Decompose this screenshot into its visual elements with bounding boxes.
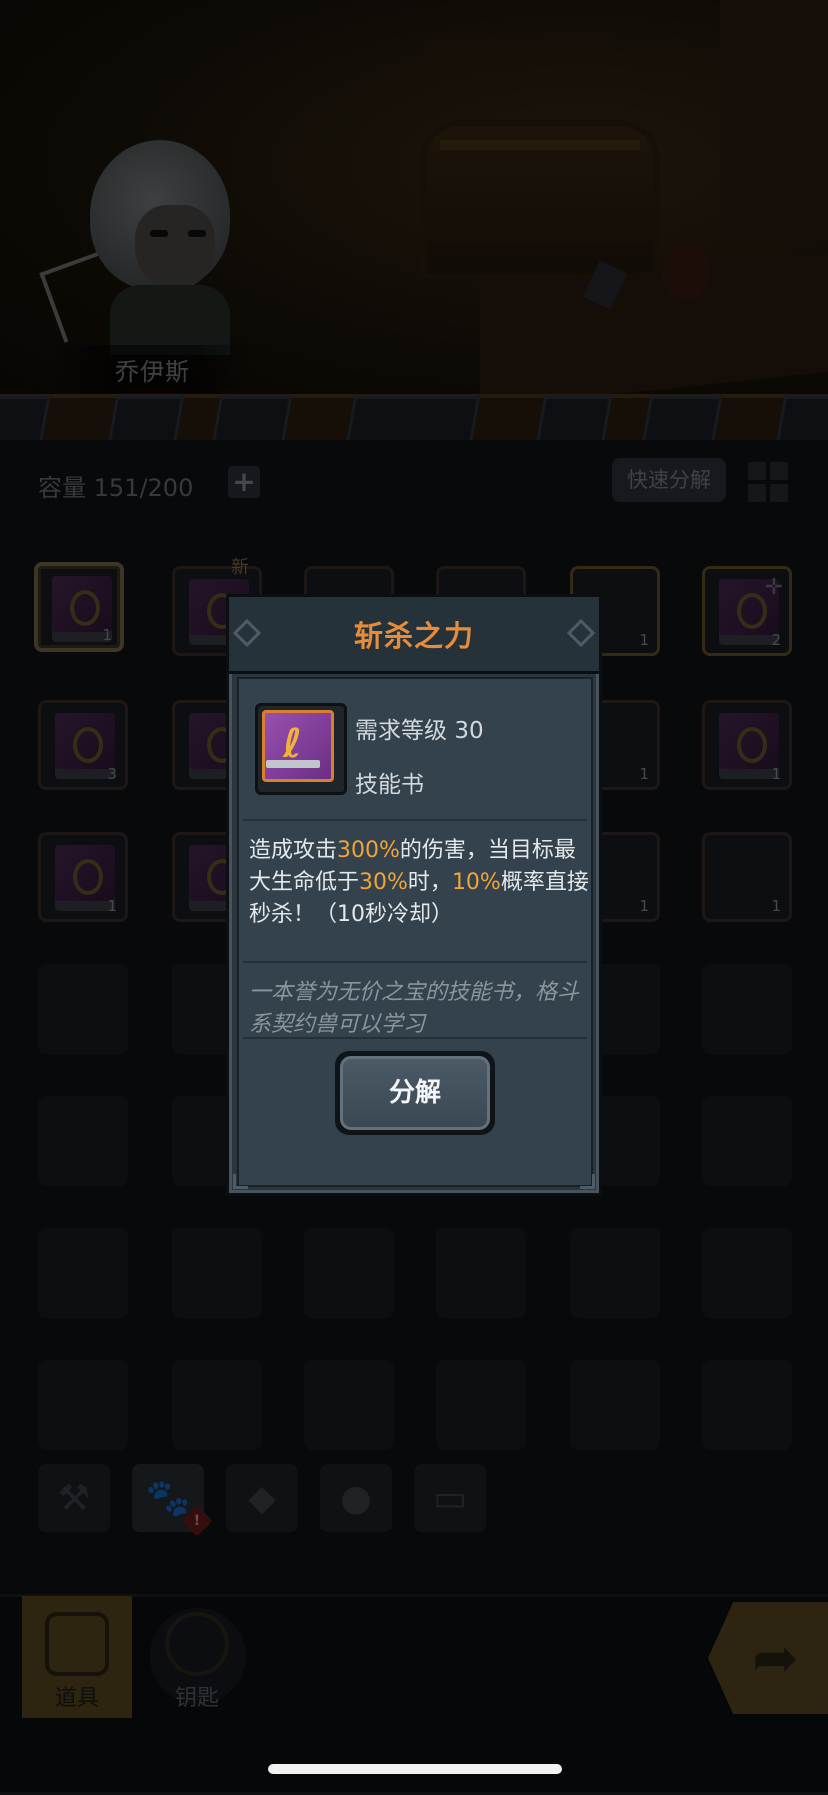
corner-ornament — [580, 1174, 595, 1189]
item-icon-slot: ℓ — [255, 703, 347, 795]
desc-text: 时， — [407, 870, 452, 895]
item-title: 斩杀之力 — [353, 619, 474, 653]
corner-ornament — [233, 1174, 248, 1189]
dialog-header: 斩杀之力 — [229, 597, 599, 674]
flavor-text: 一本誉为无价之宝的技能书，格斗系契约兽可以学习 — [249, 980, 580, 1037]
item-type: 技能书 — [355, 772, 424, 798]
divider — [243, 819, 587, 821]
book-pages — [266, 760, 320, 768]
divider — [243, 1037, 587, 1039]
dialog-body: ℓ 需求等级 30 技能书 造成攻击300%的伤害，当目标最大生命低于30%时，… — [237, 677, 593, 1187]
desc-highlight: 300% — [337, 838, 400, 863]
decompose-button-label: 分解 — [340, 1056, 490, 1130]
required-level-value: 30 — [454, 718, 484, 744]
decompose-button[interactable]: 分解 — [335, 1051, 495, 1135]
item-detail-dialog: 斩杀之力 ℓ 需求等级 30 技能书 造成攻击300%的伤害，当目标最大生命低于… — [226, 594, 602, 1196]
skill-book-icon: ℓ — [262, 710, 334, 782]
divider — [243, 961, 587, 963]
required-level: 需求等级 30 — [355, 711, 484, 745]
desc-highlight: 30% — [359, 870, 408, 895]
desc-text: 造成攻击 — [249, 838, 338, 863]
required-level-label: 需求等级 — [355, 718, 447, 744]
desc-highlight: 10% — [451, 870, 501, 895]
home-indicator[interactable] — [268, 1764, 562, 1774]
item-description: 造成攻击300%的伤害，当目标最大生命低于30%时，10%概率直接秒杀！（10秒… — [249, 835, 589, 931]
